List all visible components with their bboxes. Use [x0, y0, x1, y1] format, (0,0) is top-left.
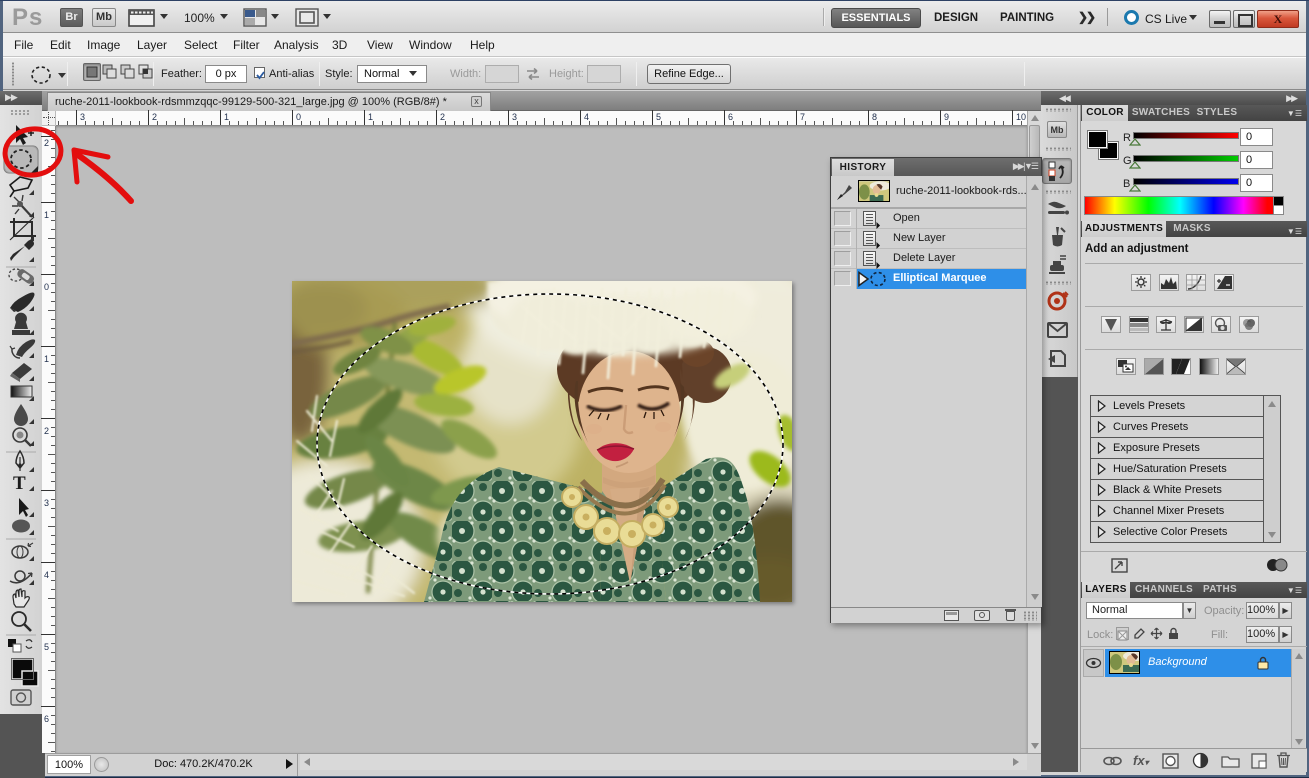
svg-text:T: T: [13, 473, 26, 494]
